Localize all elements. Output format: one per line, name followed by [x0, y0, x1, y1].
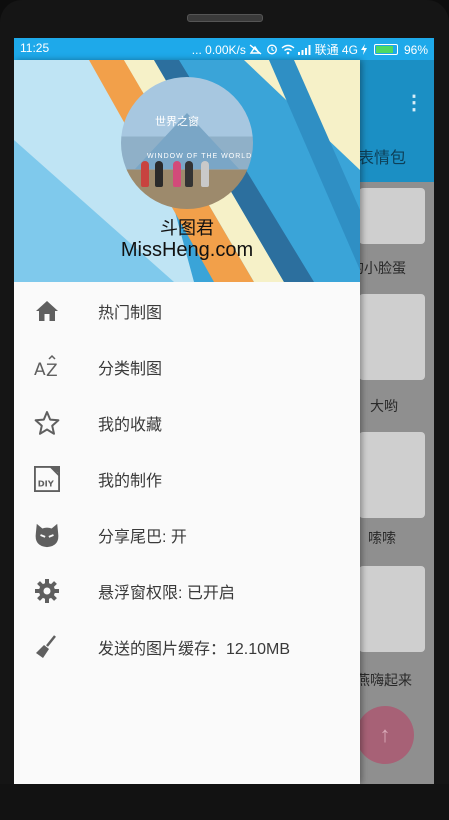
avatar-person — [173, 161, 181, 187]
user-site: MissHeng.com — [120, 239, 254, 261]
menu-item-share-tail[interactable]: 分享尾巴: 开 — [14, 506, 360, 562]
status-bar: 11:25 ... 0.00K/s 联通 4G 96% — [14, 38, 434, 60]
speaker-grille — [187, 14, 263, 22]
menu-item-label: 分享尾巴: 开 — [98, 529, 187, 546]
emoji-card[interactable] — [359, 432, 425, 518]
mute-icon — [249, 44, 262, 55]
menu-item-category[interactable]: AZ 分类制图 — [14, 338, 360, 394]
svg-text:Z: Z — [46, 361, 58, 380]
user-name: 斗图君 — [160, 218, 214, 238]
arrow-up-icon: ↑ — [379, 722, 391, 747]
menu-item-label: 我的制作 — [98, 473, 163, 490]
tab-emoji-pack[interactable]: 表情包 — [358, 144, 406, 168]
gear-icon — [34, 578, 60, 604]
avatar-sign: 世界之窗 — [155, 116, 199, 128]
home-icon — [34, 298, 60, 324]
emoji-card[interactable] — [359, 294, 425, 380]
status-dots: ... — [191, 43, 202, 57]
menu-item-label: 热门制图 — [98, 305, 163, 322]
drawer-header: 世界之窗 WINDOW OF THE WORLD 斗图君 MissHeng.co… — [14, 60, 360, 282]
bottom-bezel — [0, 784, 449, 820]
battery-icon — [373, 44, 398, 55]
menu-item-label: 分类制图 — [98, 361, 163, 378]
drawer-menu: 热门制图 AZ 分类制图 我的收藏 DIY 我的制作 分享尾巴: 开 悬浮窗权限… — [14, 282, 360, 674]
avatar-caption: WINDOW OF THE WORLD — [147, 153, 253, 160]
svg-text:A: A — [34, 360, 46, 380]
menu-item-clear-cache[interactable]: 发送的图片缓存：12.10MB — [14, 618, 360, 674]
emoji-card[interactable] — [359, 566, 425, 652]
network-speed: 0.00K/s — [205, 43, 246, 57]
menu-item-float-permission[interactable]: 悬浮窗权限: 已开启 — [14, 562, 360, 618]
menu-item-my-works[interactable]: DIY 我的制作 — [14, 450, 360, 506]
emoji-caption: 大哟 — [370, 398, 398, 414]
scroll-top-button[interactable]: ↑ — [356, 706, 414, 764]
network-type: 4G — [341, 43, 358, 57]
diy-icon: DIY — [34, 466, 60, 492]
avatar-person — [201, 161, 209, 187]
signal-icon — [298, 45, 311, 55]
menu-item-label: 我的收藏 — [98, 417, 163, 434]
emoji-caption: 嗦嗦 — [368, 530, 396, 546]
phone-frame: 11:25 ... 0.00K/s 联通 4G 96% ⋮ 表情包 的小脸蛋 大… — [0, 0, 449, 820]
menu-item-label: 发送的图片缓存：12.10MB — [98, 641, 291, 658]
user-avatar[interactable]: 世界之窗 WINDOW OF THE WORLD — [121, 77, 253, 209]
emoji-card[interactable] — [359, 188, 425, 244]
wifi-icon — [281, 44, 295, 55]
status-indicators: ... 0.00K/s 联通 4G 96% — [192, 41, 428, 58]
battery-percent: 96% — [403, 43, 428, 57]
emoji-caption: 燕嗨起来 — [356, 672, 412, 688]
status-time: 11:25 — [20, 41, 50, 55]
menu-item-label: 悬浮窗权限: 已开启 — [98, 585, 235, 602]
alarm-icon — [266, 44, 277, 55]
cat-face-icon — [34, 522, 60, 548]
avatar-person — [141, 161, 149, 187]
carrier-name: 联通 — [314, 43, 339, 57]
navigation-drawer: 世界之窗 WINDOW OF THE WORLD 斗图君 MissHeng.co… — [14, 60, 360, 784]
broom-icon — [34, 634, 60, 660]
svg-text:DIY: DIY — [38, 478, 55, 488]
avatar-person — [185, 161, 193, 187]
charging-icon — [361, 44, 368, 55]
menu-item-favorites[interactable]: 我的收藏 — [14, 394, 360, 450]
sort-az-icon: AZ — [34, 354, 60, 380]
menu-item-hot[interactable]: 热门制图 — [14, 282, 360, 338]
avatar-person — [155, 161, 163, 187]
screen: 11:25 ... 0.00K/s 联通 4G 96% ⋮ 表情包 的小脸蛋 大… — [14, 38, 434, 784]
overflow-menu-icon[interactable]: ⋮ — [404, 90, 424, 115]
star-outline-icon — [34, 410, 60, 436]
